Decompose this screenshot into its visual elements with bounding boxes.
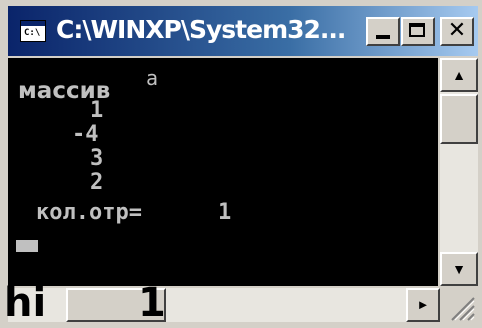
console-output[interactable]: массив a 1 -4 3 2 кол.отр= 1 [8, 58, 438, 286]
vertical-scroll-thumb[interactable] [440, 94, 478, 144]
console-window-icon[interactable]: C:\ [20, 20, 46, 42]
vertical-scrollbar[interactable]: ▲ ▼ [440, 58, 478, 286]
overlay-text-left: hi [4, 280, 47, 326]
console-line-negative-count-label: кол.отр= [36, 200, 142, 225]
console-line-negative-count-value: 1 [218, 200, 232, 225]
maximize-button[interactable] [401, 17, 435, 46]
scroll-right-button[interactable]: ► [406, 288, 440, 322]
title-bar[interactable]: C:\ C:\WINXP\System32... ✕ [8, 6, 478, 56]
close-icon: ✕ [447, 18, 467, 43]
console-stray-char: a [146, 66, 159, 90]
scroll-down-button[interactable]: ▼ [440, 252, 478, 286]
scroll-up-button[interactable]: ▲ [440, 58, 478, 92]
console-line-value: -4 [72, 122, 99, 147]
arrow-down-icon: ▼ [452, 261, 466, 277]
text-cursor [16, 240, 38, 252]
resize-grip-icon[interactable] [444, 292, 476, 322]
maximize-icon [409, 23, 425, 37]
console-line-value: 3 [90, 146, 104, 171]
close-button[interactable]: ✕ [440, 17, 474, 46]
minimize-icon [376, 35, 390, 39]
window-title: C:\WINXP\System32... [56, 15, 346, 44]
console-window: C:\ C:\WINXP\System32... ✕ массив a 1 -4… [0, 0, 482, 328]
arrow-right-icon: ► [416, 297, 430, 312]
console-window-icon-label: C:\ [24, 28, 41, 38]
arrow-up-icon: ▲ [452, 67, 466, 83]
console-line-value: 1 [90, 98, 104, 123]
console-line-value: 2 [90, 170, 104, 195]
overlay-text-right: 1 [138, 280, 166, 326]
minimize-button[interactable] [366, 17, 400, 46]
horizontal-scrollbar[interactable]: ► [8, 288, 440, 322]
